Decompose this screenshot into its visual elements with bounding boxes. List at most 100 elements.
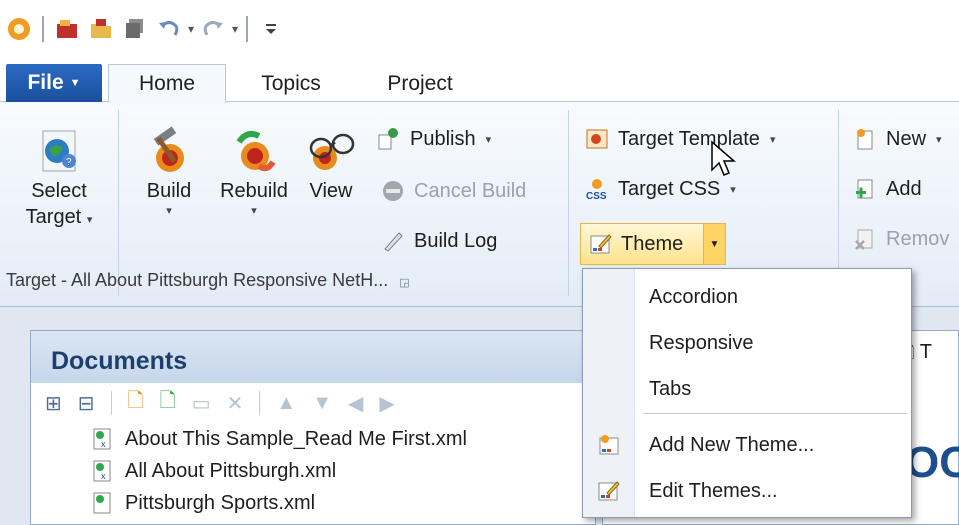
documents-panel: Documents ⊞ ⊟ 🗋 🗋 ▭ ✕ ▲ ▼ ◀ ▶ x About Th… xyxy=(30,330,596,525)
xml-file-icon xyxy=(89,490,115,516)
undo-icon[interactable] xyxy=(154,14,184,44)
build-log-icon xyxy=(380,228,406,254)
select-target-label-1: Select xyxy=(31,180,87,202)
move-left-icon[interactable]: ◀ xyxy=(348,391,363,416)
editor-tab-label: T xyxy=(919,341,932,363)
redo-icon[interactable] xyxy=(198,14,228,44)
move-right-icon[interactable]: ▶ xyxy=(379,391,394,416)
chevron-down-icon: ▾ xyxy=(769,133,776,146)
menu-item-label: Responsive xyxy=(649,331,754,354)
view-button[interactable]: View xyxy=(300,124,362,204)
select-target-label-2: Target xyxy=(25,206,82,228)
documents-toolbar: ⊞ ⊟ 🗋 🗋 ▭ ✕ ▲ ▼ ◀ ▶ xyxy=(31,383,595,423)
add-theme-icon xyxy=(583,433,635,457)
qat-separator xyxy=(246,16,249,42)
open-project-icon[interactable] xyxy=(52,14,82,44)
stop-icon xyxy=(380,178,406,204)
new-label: New xyxy=(886,127,927,150)
theme-dropdown-arrow-icon[interactable]: ▼ xyxy=(703,224,725,264)
undo-dropdown-icon[interactable]: ▾ xyxy=(188,22,194,36)
add-button[interactable]: Add xyxy=(852,176,922,202)
build-button[interactable]: Build ▾ xyxy=(136,124,202,217)
new-document-icon[interactable]: 🗋 xyxy=(128,386,144,420)
theme-edit-icon xyxy=(585,232,617,256)
remove-button[interactable]: Remov xyxy=(852,226,949,252)
add-document-icon[interactable]: 🗋 xyxy=(160,386,176,420)
documents-list: x About This Sample_Read Me First.xml x … xyxy=(31,423,595,519)
save-all-icon[interactable] xyxy=(120,14,150,44)
menu-item-edit-themes[interactable]: Edit Themes... xyxy=(583,469,911,513)
hammer-build-icon xyxy=(142,124,196,178)
theme-split-button[interactable]: Theme ▼ xyxy=(580,223,726,265)
menu-item-responsive[interactable]: Responsive xyxy=(583,321,911,365)
select-target-label-2-wrap: Target ▾ xyxy=(26,204,93,233)
select-target-button[interactable]: ? Select Target ▾ xyxy=(18,124,100,233)
theme-dropdown-menu: Accordion Responsive Tabs Add New Theme.… xyxy=(582,268,912,518)
menu-separator xyxy=(643,413,907,414)
build-log-label: Build Log xyxy=(414,229,498,252)
css-icon: CSS xyxy=(584,176,610,202)
build-log-button[interactable]: Build Log xyxy=(380,228,497,254)
tab-file[interactable]: File ▼ xyxy=(6,64,102,102)
xml-file-icon: x xyxy=(89,458,115,484)
svg-text:CSS: CSS xyxy=(586,191,607,201)
rebuild-button[interactable]: Rebuild ▾ xyxy=(212,124,296,217)
tab-project[interactable]: Project xyxy=(360,64,480,103)
new-button[interactable]: New ▾ xyxy=(852,126,942,152)
list-item[interactable]: Pittsburgh Sports.xml xyxy=(89,487,595,519)
publish-icon xyxy=(376,126,402,152)
toolbar-separator xyxy=(110,391,112,415)
chevron-down-icon: ▾ xyxy=(166,205,172,217)
documents-title: Documents xyxy=(31,331,595,383)
mouse-pointer-icon xyxy=(711,140,737,176)
open-folder-icon[interactable] xyxy=(86,14,116,44)
edit-theme-icon xyxy=(583,479,635,503)
new-document-icon xyxy=(852,126,878,152)
ribbon-tabs: File ▼ Home Topics Project xyxy=(0,58,959,103)
template-icon xyxy=(584,126,610,152)
chevron-down-icon: ▾ xyxy=(251,205,257,217)
chevron-down-icon: ▾ xyxy=(86,214,93,226)
quick-access-toolbar: ▾ ▾ xyxy=(0,0,959,58)
menu-item-label: Tabs xyxy=(649,377,692,400)
group-divider xyxy=(118,110,119,296)
tab-topics[interactable]: Topics xyxy=(236,64,346,103)
menu-item-add-new-theme[interactable]: Add New Theme... xyxy=(583,423,911,467)
svg-text:x: x xyxy=(101,471,106,481)
dialog-launcher-icon[interactable]: ◲ xyxy=(399,277,409,289)
delete-icon[interactable]: ✕ xyxy=(227,391,244,416)
target-template-button[interactable]: Target Template ▾ xyxy=(584,126,775,152)
chevron-down-icon: ▾ xyxy=(485,133,492,146)
publish-label: Publish xyxy=(410,127,476,150)
view-label: View xyxy=(309,180,353,202)
chevron-down-icon: ▾ xyxy=(936,133,942,146)
move-down-icon[interactable]: ▼ xyxy=(312,392,332,415)
rebuild-label: Rebuild xyxy=(220,180,288,202)
cancel-build-label: Cancel Build xyxy=(414,179,527,202)
rename-icon[interactable]: ▭ xyxy=(192,391,211,416)
target-group-text: Target - All About Pittsburgh Responsive… xyxy=(6,270,389,290)
list-item[interactable]: x All About Pittsburgh.xml xyxy=(89,455,595,487)
chevron-down-icon: ▾ xyxy=(730,183,736,196)
glasses-view-icon xyxy=(304,124,358,178)
publish-button[interactable]: Publish ▾ xyxy=(376,126,491,152)
list-item[interactable]: x About This Sample_Read Me First.xml xyxy=(89,423,595,455)
tab-home[interactable]: Home xyxy=(108,64,226,103)
menu-item-accordion[interactable]: Accordion xyxy=(583,275,911,319)
expand-all-icon[interactable]: ⊞ xyxy=(45,391,62,416)
qat-separator xyxy=(42,16,44,42)
svg-text:?: ? xyxy=(66,157,72,168)
redo-dropdown-icon[interactable]: ▾ xyxy=(232,22,238,36)
app-logo-icon[interactable] xyxy=(4,14,34,44)
xml-file-icon: x xyxy=(89,426,115,452)
move-up-icon[interactable]: ▲ xyxy=(276,392,296,415)
customize-qat-icon[interactable] xyxy=(256,14,286,44)
menu-item-label: Edit Themes... xyxy=(649,479,778,502)
globe-help-icon: ? xyxy=(32,124,86,178)
document-name: All About Pittsburgh.xml xyxy=(125,459,337,482)
svg-text:x: x xyxy=(101,439,106,449)
collapse-all-icon[interactable]: ⊟ xyxy=(78,391,95,416)
menu-item-tabs[interactable]: Tabs xyxy=(583,367,911,411)
cancel-build-button[interactable]: Cancel Build xyxy=(380,178,526,204)
chevron-down-icon: ▼ xyxy=(69,77,81,89)
